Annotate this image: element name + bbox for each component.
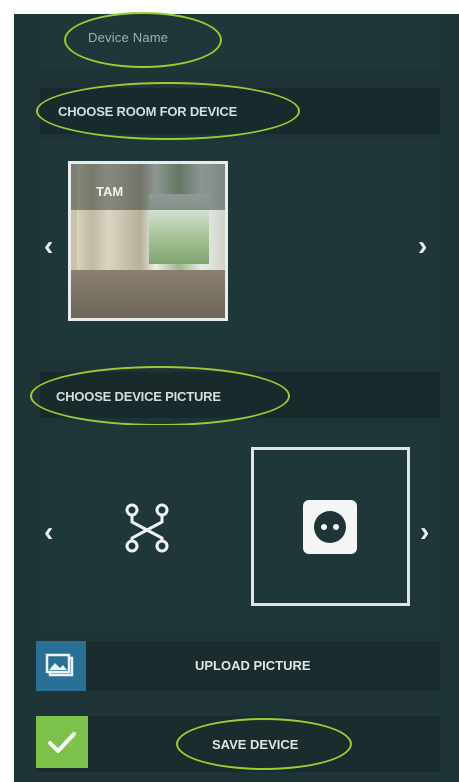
image-upload-icon[interactable] <box>36 641 86 691</box>
picture-prev-chevron-icon[interactable]: ‹ <box>44 518 53 546</box>
room-label: TAM <box>96 184 124 199</box>
room-card[interactable] <box>68 161 228 321</box>
checkmark-icon[interactable] <box>36 716 88 768</box>
room-section-title: CHOOSE ROOM FOR DEVICE <box>58 104 238 119</box>
power-socket-icon[interactable] <box>303 500 357 554</box>
socket-hole-right <box>333 524 339 530</box>
save-device-label: SAVE DEVICE <box>212 737 299 752</box>
room-sofa <box>71 270 225 318</box>
room-label-bar <box>71 164 225 210</box>
socket-face <box>314 511 346 543</box>
network-hub-icon[interactable] <box>122 500 174 556</box>
top-edge <box>0 0 459 14</box>
picture-next-chevron-icon[interactable]: › <box>420 518 429 546</box>
image-upload-svg <box>45 653 74 677</box>
socket-hole-left <box>321 524 327 530</box>
picture-section-title: CHOOSE DEVICE PICTURE <box>56 389 221 404</box>
checkmark-svg <box>48 732 76 753</box>
device-name-placeholder: Device Name <box>88 30 169 45</box>
upload-picture-label: UPLOAD PICTURE <box>195 658 311 673</box>
add-device-screen: Device Name CHOOSE ROOM FOR DEVICE ‹ TAM… <box>0 0 459 782</box>
network-hub-svg <box>125 503 169 553</box>
room-prev-chevron-icon[interactable]: ‹ <box>44 232 53 260</box>
room-next-chevron-icon[interactable]: › <box>418 232 427 260</box>
left-edge <box>0 0 14 782</box>
